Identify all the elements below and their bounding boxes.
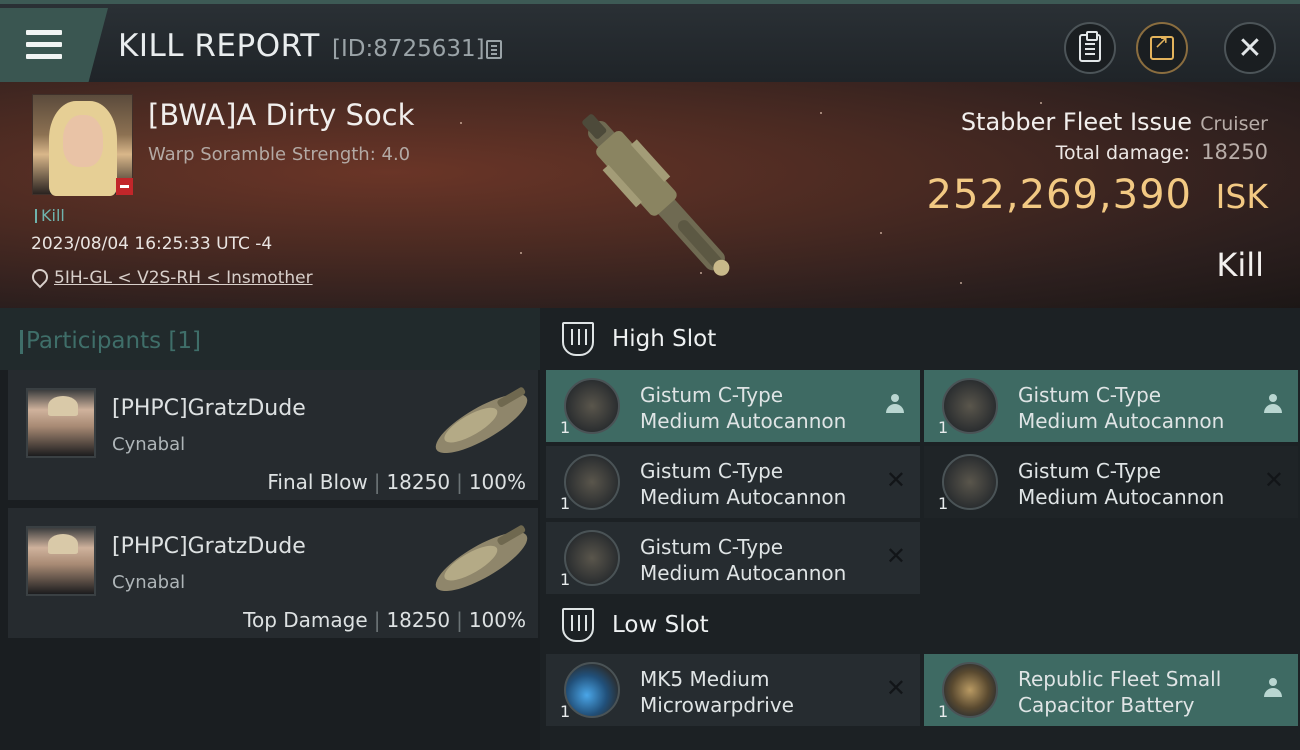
total-damage-label: Total damage: bbox=[1055, 142, 1190, 164]
victim-banner: [BWA]A Dirty Sock Warp Soramble Strength… bbox=[0, 82, 1300, 308]
participant-card[interactable]: [PHPC]GratzDude Cynabal Final Blow | 18250… bbox=[8, 370, 538, 500]
participant-role: Final Blow bbox=[267, 470, 368, 494]
module-slot[interactable]: 1 MK5 Medium Microwarpdrive ✕ bbox=[546, 654, 920, 726]
isk-value: 252,269,390 bbox=[926, 172, 1192, 218]
x-icon: ✕ bbox=[885, 674, 906, 702]
close-button[interactable]: ✕ bbox=[1224, 22, 1276, 74]
module-quantity: 1 bbox=[560, 570, 571, 589]
participants-panel: Participants [1] [PHPC]GratzDude Cynabal… bbox=[0, 308, 540, 750]
module-quantity: 1 bbox=[560, 702, 571, 721]
person-icon bbox=[1264, 678, 1282, 700]
clipboard-button[interactable] bbox=[1064, 22, 1116, 74]
participant-name[interactable]: [PHPC]GratzDude bbox=[112, 534, 306, 559]
kill-tag: Kill bbox=[35, 206, 65, 225]
isk-unit: ISK bbox=[1215, 177, 1268, 216]
participants-title: Participants [1] bbox=[20, 328, 201, 354]
high-slot-title: High Slot bbox=[612, 326, 717, 352]
participant-ship-image bbox=[435, 387, 528, 454]
participant-percent: 100% bbox=[468, 470, 526, 494]
module-quantity: 1 bbox=[560, 494, 571, 513]
module-name: Gistum C-Type Medium Autocannon bbox=[640, 459, 847, 509]
participants-header: Participants [1] bbox=[0, 308, 540, 370]
victim-ship-image bbox=[582, 114, 730, 276]
autocannon-icon bbox=[942, 454, 998, 510]
share-icon bbox=[1150, 32, 1174, 60]
menu-icon bbox=[26, 30, 62, 60]
fitting-panel: High Slot 1 Gistum C-Type Medium Autocann… bbox=[540, 308, 1300, 750]
low-slot-title: Low Slot bbox=[612, 612, 709, 638]
clipboard-icon bbox=[1079, 31, 1101, 62]
standing-badge bbox=[116, 178, 133, 195]
slot-icon bbox=[562, 322, 594, 356]
module-name: Republic Fleet Small Capacitor Battery bbox=[1018, 667, 1222, 717]
slot-icon bbox=[562, 608, 594, 642]
module-slot[interactable]: 1 Gistum C-Type Medium Autocannon bbox=[924, 370, 1298, 442]
close-icon: ✕ bbox=[1237, 30, 1263, 66]
module-slot[interactable]: 1 Gistum C-Type Medium Autocannon ✕ bbox=[546, 446, 920, 518]
person-icon bbox=[1264, 394, 1282, 416]
module-name: Gistum C-Type Medium Autocannon bbox=[1018, 383, 1225, 433]
participant-portrait[interactable] bbox=[26, 388, 96, 458]
autocannon-icon bbox=[564, 378, 620, 434]
participant-damage: 18250 bbox=[386, 470, 451, 494]
autocannon-icon bbox=[942, 378, 998, 434]
victim-ship-name[interactable]: Stabber Fleet Issue bbox=[961, 108, 1192, 136]
x-icon: ✕ bbox=[1263, 466, 1284, 494]
participant-damage: 18250 bbox=[386, 608, 451, 632]
high-slot-header: High Slot bbox=[540, 308, 1300, 370]
participant-ship: Cynabal bbox=[112, 572, 186, 593]
victim-name[interactable]: [BWA]A Dirty Sock bbox=[148, 98, 414, 132]
module-name: Gistum C-Type Medium Autocannon bbox=[1018, 459, 1225, 509]
module-slot[interactable]: 1 Gistum C-Type Medium Autocannon ✕ bbox=[546, 522, 920, 594]
person-icon bbox=[886, 394, 904, 416]
module-quantity: 1 bbox=[938, 418, 949, 437]
participant-stats: Top Damage | 18250 | 100% bbox=[243, 608, 526, 632]
total-damage-value: 18250 bbox=[1201, 140, 1268, 164]
x-icon: ✕ bbox=[885, 466, 906, 494]
menu-button[interactable] bbox=[0, 8, 108, 82]
report-id: [ID:8725631] bbox=[332, 36, 485, 62]
module-slot[interactable]: 1 Republic Fleet Small Capacitor Battery bbox=[924, 654, 1298, 726]
module-name: Gistum C-Type Medium Autocannon bbox=[640, 383, 847, 433]
page-title: KILL REPORT bbox=[118, 28, 320, 64]
low-slot-header: Low Slot bbox=[540, 594, 1300, 656]
top-bar: KILL REPORT [ID:8725631] ✕ bbox=[0, 0, 1300, 82]
warp-scramble-strength: Warp Soramble Strength: 4.0 bbox=[148, 144, 411, 165]
module-quantity: 1 bbox=[560, 418, 571, 437]
module-quantity: 1 bbox=[938, 494, 949, 513]
autocannon-icon bbox=[564, 530, 620, 586]
participant-name[interactable]: [PHPC]GratzDude bbox=[112, 396, 306, 421]
participant-percent: 100% bbox=[468, 608, 526, 632]
share-button[interactable] bbox=[1136, 22, 1188, 74]
copy-icon[interactable] bbox=[486, 40, 502, 59]
capacitor-battery-icon bbox=[942, 662, 998, 718]
microwarpdrive-icon bbox=[564, 662, 620, 718]
kill-datetime: 2023/08/04 16:25:33 UTC -4 bbox=[31, 234, 273, 254]
kill-location-link[interactable]: 5IH-GL < V2S-RH < Insmother bbox=[54, 268, 313, 288]
module-slot[interactable]: 1 Gistum C-Type Medium Autocannon bbox=[546, 370, 920, 442]
x-icon: ✕ bbox=[885, 542, 906, 570]
participant-ship-image bbox=[435, 525, 528, 592]
module-name: MK5 Medium Microwarpdrive bbox=[640, 667, 794, 717]
location-pin-icon bbox=[31, 269, 45, 287]
participant-role: Top Damage bbox=[243, 608, 368, 632]
participant-ship: Cynabal bbox=[112, 434, 186, 455]
result-label: Kill bbox=[1216, 246, 1264, 284]
autocannon-icon bbox=[564, 454, 620, 510]
victim-ship-class: Cruiser bbox=[1200, 113, 1268, 135]
participant-portrait[interactable] bbox=[26, 526, 96, 596]
participant-stats: Final Blow | 18250 | 100% bbox=[267, 470, 526, 494]
participant-card[interactable]: [PHPC]GratzDude Cynabal Top Damage | 18250… bbox=[8, 508, 538, 638]
module-name: Gistum C-Type Medium Autocannon bbox=[640, 535, 847, 585]
module-quantity: 1 bbox=[938, 702, 949, 721]
module-slot[interactable]: 1 Gistum C-Type Medium Autocannon ✕ bbox=[924, 446, 1298, 518]
